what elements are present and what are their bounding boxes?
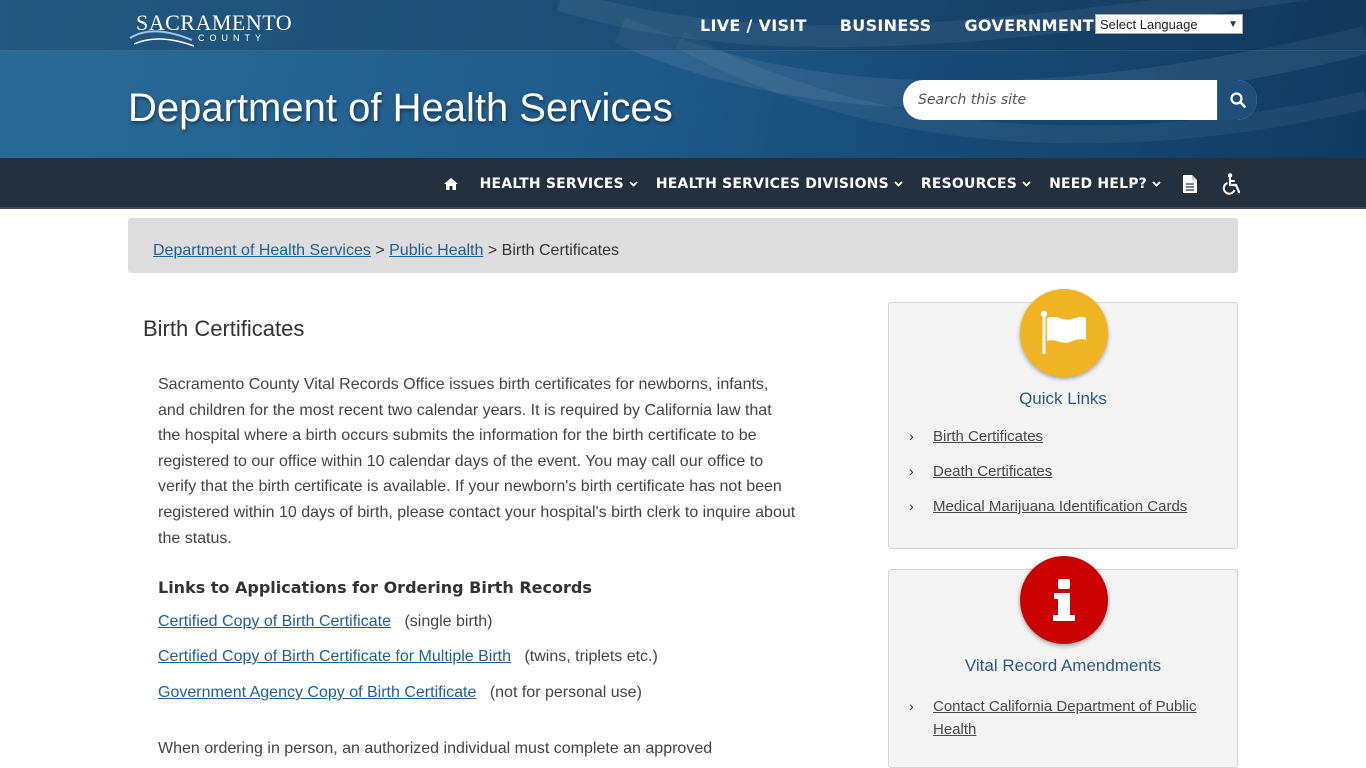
main-nav-items: HEALTH SERVICES HEALTH SERVICES DIVISION… [431, 158, 1254, 209]
nav-resources-label: RESOURCES [920, 175, 1018, 192]
nav-document[interactable] [1182, 174, 1198, 194]
application-item: Certified Copy of Birth Certificate for … [158, 648, 658, 666]
chevron-right-icon: › [909, 698, 914, 714]
application-link-multiple-birth[interactable]: Certified Copy of Birth Certificate for … [158, 648, 511, 665]
application-note: (single birth) [404, 613, 493, 630]
chevron-right-icon: › [909, 463, 914, 479]
quick-link-birth-certificates[interactable]: Birth Certificates [933, 428, 1043, 445]
logo-subtitle: COUNTY [198, 33, 266, 43]
breadcrumb-link-public-health[interactable]: Public Health [389, 242, 483, 259]
top-nav-live-visit[interactable]: LIVE / VISIT [700, 16, 807, 35]
language-select-value: Select Language [1100, 16, 1198, 32]
chevron-down-icon [1022, 180, 1031, 187]
top-nav-government[interactable]: GOVERNMENT [965, 16, 1094, 35]
department-title: Department of Health Services [128, 86, 673, 130]
application-note: (not for personal use) [489, 684, 642, 701]
quick-links-badge [1020, 289, 1108, 377]
chevron-down-icon [629, 180, 638, 187]
quick-link-death-certificates[interactable]: Death Certificates [933, 463, 1052, 480]
breadcrumb-current: Birth Certificates [501, 242, 620, 259]
amendments-link-cdph[interactable]: Contact California Department of Public … [933, 698, 1196, 738]
flag-icon [1040, 310, 1086, 354]
chevron-down-icon [1152, 180, 1161, 187]
nav-need-help[interactable]: NEED HELP? [1049, 176, 1161, 192]
nav-divisions-label: HEALTH SERVICES DIVISIONS [655, 175, 889, 192]
quick-links-title: Quick Links [1019, 389, 1107, 408]
chevron-right-icon: › [909, 498, 914, 514]
chevron-down-icon: ▼ [1228, 18, 1238, 30]
top-bar: SACRAMENTO COUNTY LIVE / VISIT BUSINESS … [0, 0, 1366, 51]
ordering-paragraph: When ordering in person, an authorized i… [158, 740, 713, 757]
nav-health-services-label: HEALTH SERVICES [479, 175, 624, 192]
chevron-down-icon [894, 180, 903, 187]
breadcrumb-separator: > [487, 242, 498, 259]
top-nav-business[interactable]: BUSINESS [840, 16, 932, 35]
breadcrumb-link-dhs[interactable]: Department of Health Services [153, 242, 371, 259]
quick-links-list: › Birth Certificates › Death Certificate… [905, 428, 1187, 515]
amendments-card: Vital Record Amendments › Contact Califo… [888, 556, 1238, 768]
list-item: › Birth Certificates [905, 428, 1187, 445]
nav-accessibility[interactable] [1222, 172, 1242, 195]
document-icon [1183, 174, 1197, 193]
nav-need-help-label: NEED HELP? [1049, 175, 1147, 192]
home-icon [443, 177, 458, 190]
site-header: SACRAMENTO COUNTY LIVE / VISIT BUSINESS … [0, 0, 1366, 158]
site-search [903, 80, 1257, 120]
breadcrumb: Department of Health Services > Public H… [128, 218, 1238, 273]
nav-health-services[interactable]: HEALTH SERVICES [480, 176, 638, 192]
language-select[interactable]: Select Language ▼ [1095, 14, 1243, 34]
application-item: Government Agency Copy of Birth Certific… [158, 684, 642, 702]
chevron-right-icon: › [909, 428, 914, 444]
amendments-badge [1020, 556, 1108, 644]
nav-home[interactable] [431, 177, 471, 190]
list-item: › Contact California Department of Publi… [905, 695, 1215, 741]
application-link-government-copy[interactable]: Government Agency Copy of Birth Certific… [158, 684, 476, 701]
nav-health-services-divisions[interactable]: HEALTH SERVICES DIVISIONS [656, 176, 903, 192]
list-item: › Medical Marijuana Identification Cards [905, 498, 1187, 515]
applications-heading: Links to Applications for Ordering Birth… [158, 578, 592, 597]
application-item: Certified Copy of Birth Certificate (sin… [158, 613, 492, 631]
quick-link-medical-marijuana[interactable]: Medical Marijuana Identification Cards [933, 498, 1187, 515]
intro-paragraph: Sacramento County Vital Records Office i… [158, 376, 796, 547]
info-icon [1053, 579, 1075, 621]
page-title: Birth Certificates [143, 316, 305, 341]
quick-links-card: Quick Links › Birth Certificates › Death… [888, 289, 1238, 549]
search-button[interactable] [1217, 80, 1257, 120]
application-note: (twins, triplets etc.) [524, 648, 658, 665]
amendments-list: › Contact California Department of Publi… [905, 695, 1215, 741]
breadcrumb-separator: > [375, 242, 385, 259]
main-nav: HEALTH SERVICES HEALTH SERVICES DIVISION… [0, 158, 1366, 209]
nav-resources[interactable]: RESOURCES [921, 176, 1031, 192]
search-icon [1229, 92, 1246, 108]
county-logo[interactable]: SACRAMENTO COUNTY [128, 8, 292, 47]
list-item: › Death Certificates [905, 463, 1187, 480]
amendments-title: Vital Record Amendments [964, 656, 1162, 675]
application-link-certified-copy[interactable]: Certified Copy of Birth Certificate [158, 613, 391, 630]
search-input[interactable] [903, 80, 1217, 120]
accessibility-icon [1222, 172, 1241, 195]
top-nav: LIVE / VISIT BUSINESS GOVERNMENT [700, 16, 1127, 35]
